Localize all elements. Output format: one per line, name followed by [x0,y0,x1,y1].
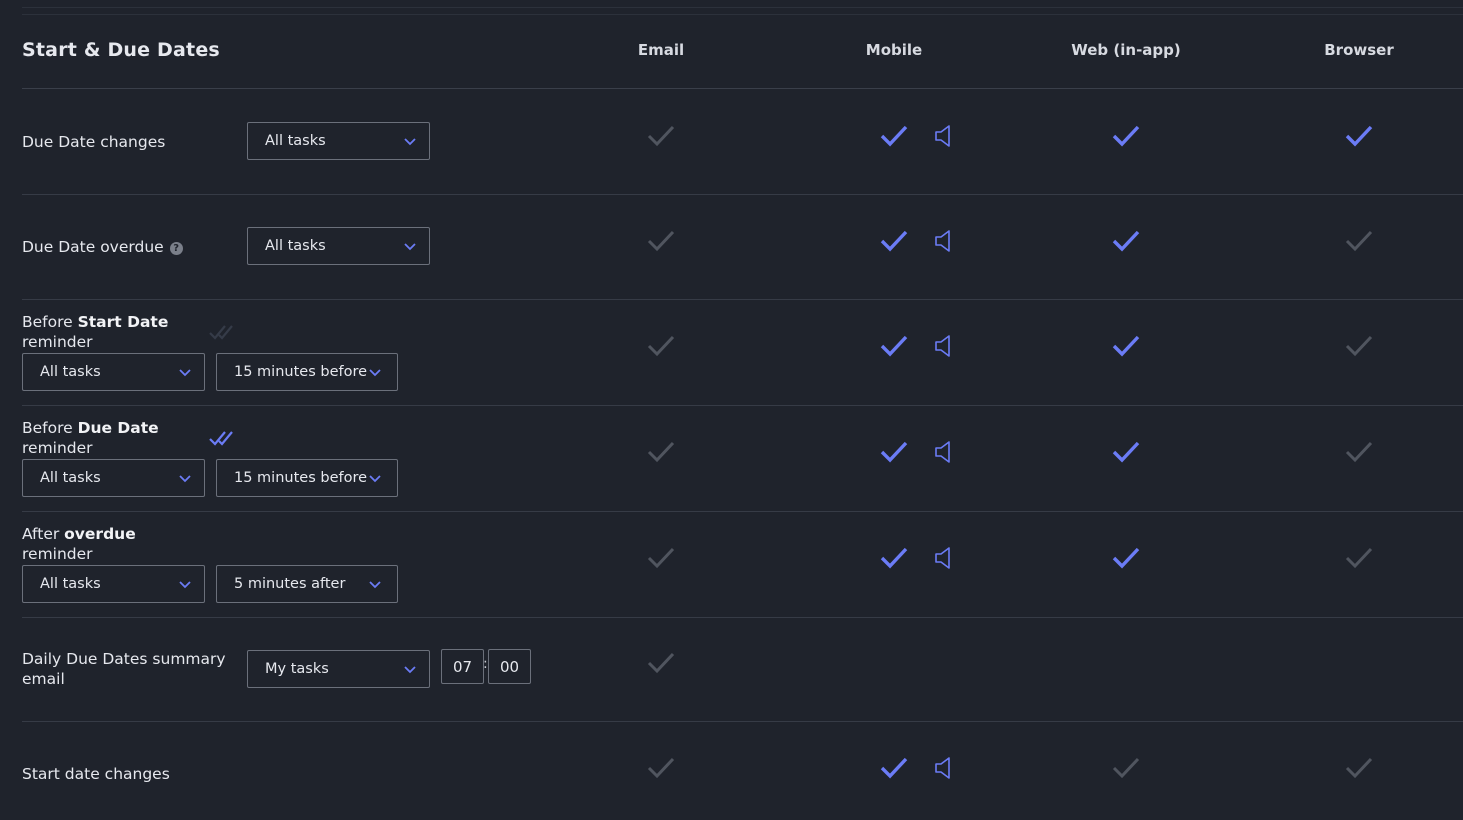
row-label-bold: Due Date [77,419,159,437]
mobile-check-icon[interactable] [879,545,909,571]
select-value: All tasks [265,133,326,149]
chevron-down-icon [179,475,191,483]
mobile-check-icon[interactable] [879,439,909,465]
row-label-before-due-date-reminder: Before Due Date reminder [22,418,159,458]
row-divider [22,405,1463,406]
mobile-check-icon[interactable] [879,228,909,254]
notification-settings-page: Start & Due Dates Email Mobile Web (in-a… [0,0,1463,820]
row-label-text: After [22,525,65,543]
task-scope-select[interactable]: All tasks [247,122,430,160]
row-label-text: reminder [22,439,93,457]
row-label-after-overdue-reminder: After overdue reminder [22,524,136,564]
mobile-check-icon[interactable] [879,333,909,359]
time-separator: : [483,656,488,672]
sound-icon[interactable] [933,123,955,149]
divider [22,7,1463,8]
double-check-icon[interactable] [209,323,239,341]
row-label-text: Due Date changes [22,133,166,151]
web-check-icon[interactable] [1111,228,1141,254]
minute-input[interactable]: 00 [488,649,531,684]
row-label-before-start-date-reminder: Before Start Date reminder [22,312,168,352]
chevron-down-icon [404,243,416,251]
chevron-down-icon [369,581,381,589]
row-divider [22,299,1463,300]
row-divider [22,617,1463,618]
select-value: 5 minutes after [234,576,346,592]
row-label-text: Due Date overdue [22,238,164,256]
browser-check-icon[interactable] [1344,755,1374,781]
sound-icon[interactable] [933,545,955,571]
row-label-text: Before [22,419,78,437]
email-check-icon[interactable] [646,650,676,676]
chevron-down-icon [179,369,191,377]
row-divider [22,721,1463,722]
chevron-down-icon [404,666,416,674]
select-value: My tasks [265,661,329,677]
mobile-check-icon[interactable] [879,123,909,149]
email-check-icon[interactable] [646,228,676,254]
row-label-text: Daily Due Dates summary email [22,650,226,688]
email-check-icon[interactable] [646,123,676,149]
column-header-mobile: Mobile [865,41,923,59]
browser-check-icon[interactable] [1344,123,1374,149]
task-scope-select[interactable]: All tasks [247,227,430,265]
section-title: Start & Due Dates [22,39,220,61]
divider [22,14,1463,15]
task-scope-select[interactable]: All tasks [22,565,205,603]
sound-icon[interactable] [933,228,955,254]
email-check-icon[interactable] [646,333,676,359]
row-divider [22,194,1463,195]
row-label-text: reminder [22,545,93,563]
web-check-icon[interactable] [1111,123,1141,149]
hour-input[interactable]: 07 [441,649,484,684]
web-check-icon[interactable] [1111,545,1141,571]
row-label-daily-summary-email: Daily Due Dates summary email [22,649,237,689]
sound-icon[interactable] [933,333,955,359]
task-scope-select[interactable]: All tasks [22,459,205,497]
browser-check-icon[interactable] [1344,333,1374,359]
row-label-text: Before [22,313,78,331]
chevron-down-icon [369,475,381,483]
web-check-icon[interactable] [1111,755,1141,781]
sound-icon[interactable] [933,439,955,465]
select-value: All tasks [40,576,101,592]
sound-icon[interactable] [933,755,955,781]
select-value: 15 minutes before [234,470,368,486]
select-value: All tasks [40,364,101,380]
row-label-due-date-changes: Due Date changes [22,132,165,152]
double-check-icon[interactable] [209,429,239,447]
select-value: All tasks [265,238,326,254]
reminder-offset-select[interactable]: 5 minutes after [216,565,398,603]
row-label-due-date-overdue: Due Date overdue? [22,237,183,257]
help-icon[interactable]: ? [169,242,183,255]
email-check-icon[interactable] [646,755,676,781]
row-label-text: Start date changes [22,765,170,783]
browser-check-icon[interactable] [1344,545,1374,571]
email-check-icon[interactable] [646,545,676,571]
chevron-down-icon [369,369,381,377]
column-header-email: Email [637,41,685,59]
task-scope-select[interactable]: All tasks [22,353,205,391]
header-divider [22,88,1463,89]
column-header-web: Web (in-app) [1071,41,1181,59]
email-check-icon[interactable] [646,439,676,465]
column-header-browser: Browser [1324,41,1394,59]
row-divider [22,511,1463,512]
row-label-text: reminder [22,333,93,351]
reminder-offset-select[interactable]: 15 minutes before [216,353,398,391]
web-check-icon[interactable] [1111,439,1141,465]
chevron-down-icon [179,581,191,589]
select-value: 15 minutes before [234,364,368,380]
row-label-bold: overdue [64,525,136,543]
browser-check-icon[interactable] [1344,228,1374,254]
mobile-check-icon[interactable] [879,755,909,781]
chevron-down-icon [404,138,416,146]
task-scope-select[interactable]: My tasks [247,650,430,688]
browser-check-icon[interactable] [1344,439,1374,465]
web-check-icon[interactable] [1111,333,1141,359]
row-label-bold: Start Date [77,313,169,331]
row-label-start-date-changes: Start date changes [22,764,170,784]
select-value: All tasks [40,470,101,486]
reminder-offset-select[interactable]: 15 minutes before [216,459,398,497]
